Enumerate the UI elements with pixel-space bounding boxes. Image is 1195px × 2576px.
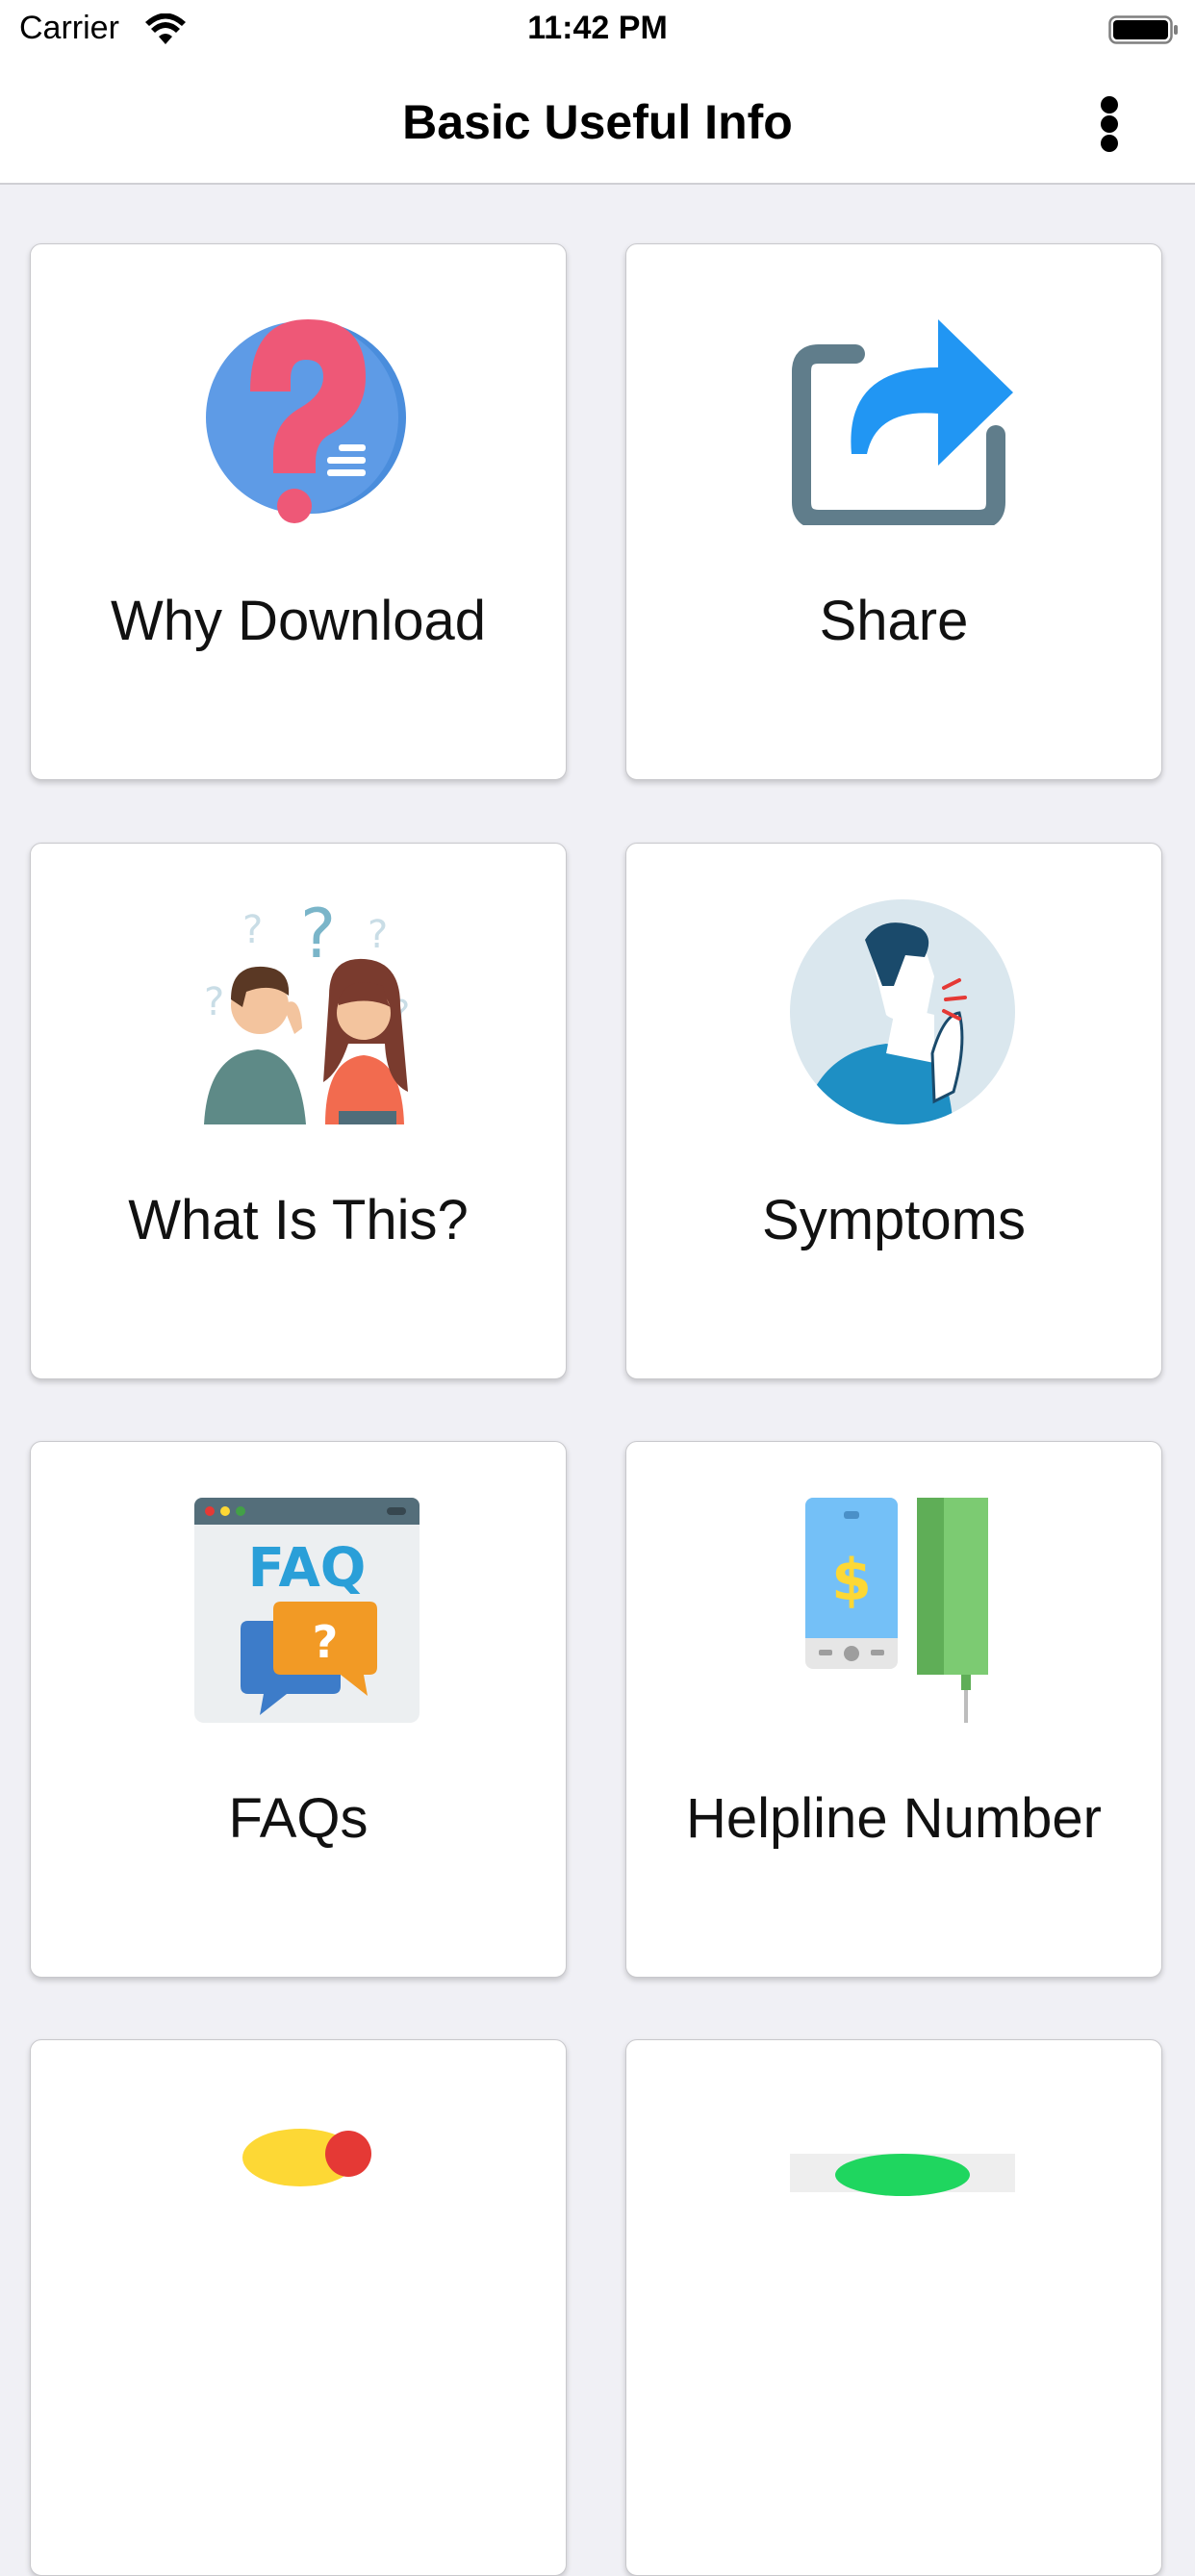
card-faqs[interactable]: FAQ ? FAQs: [30, 1441, 567, 1978]
card-label: Why Download: [110, 590, 487, 652]
partial-icon: [242, 2129, 371, 2186]
card-label: FAQs: [228, 1787, 369, 1850]
svg-text:FAQ: FAQ: [248, 1537, 367, 1600]
svg-text:?: ?: [204, 980, 224, 1024]
card-share[interactable]: Share: [625, 243, 1162, 780]
svg-text:?: ?: [242, 908, 263, 952]
more-dot-icon: [1101, 135, 1118, 152]
card-helpline-number[interactable]: $ Helpline Number: [625, 1441, 1162, 1978]
card-why-download[interactable]: Why Download: [30, 243, 567, 780]
card-partial-right[interactable]: [625, 2039, 1162, 2576]
svg-text:?: ?: [368, 913, 388, 957]
status-bar: Carrier 11:42 PM: [0, 0, 1195, 62]
phone-icon: $: [805, 1498, 988, 1723]
card-label: Helpline Number: [686, 1787, 1102, 1850]
status-time: 11:42 PM: [527, 10, 668, 46]
partial-icon: [790, 2154, 1015, 2196]
more-dot-icon: [1101, 115, 1118, 133]
share-icon: [792, 319, 1013, 525]
card-label: Symptoms: [762, 1189, 1026, 1251]
confused-people-icon: ? ? ? ? ?: [204, 899, 410, 1124]
svg-text:?: ?: [313, 1616, 339, 1668]
page-title: Basic Useful Info: [402, 95, 793, 149]
battery-icon: [1108, 15, 1178, 44]
svg-text:$: $: [831, 1547, 872, 1614]
card-label: What Is This?: [128, 1189, 469, 1251]
more-options-button[interactable]: [1087, 88, 1130, 156]
card-label: Share: [819, 590, 969, 652]
card-what-is-this[interactable]: ? ? ? ? ? What Is This?: [30, 843, 567, 1379]
faq-icon: FAQ ?: [194, 1498, 420, 1723]
coughing-person-icon: [790, 899, 1015, 1124]
nav-bar: Basic Useful Info: [0, 62, 1195, 185]
svg-text:?: ?: [300, 899, 336, 973]
card-partial-left[interactable]: [30, 2039, 567, 2576]
more-dot-icon: [1101, 96, 1118, 114]
question-mark-icon: [206, 319, 406, 523]
card-symptoms[interactable]: Symptoms: [625, 843, 1162, 1379]
